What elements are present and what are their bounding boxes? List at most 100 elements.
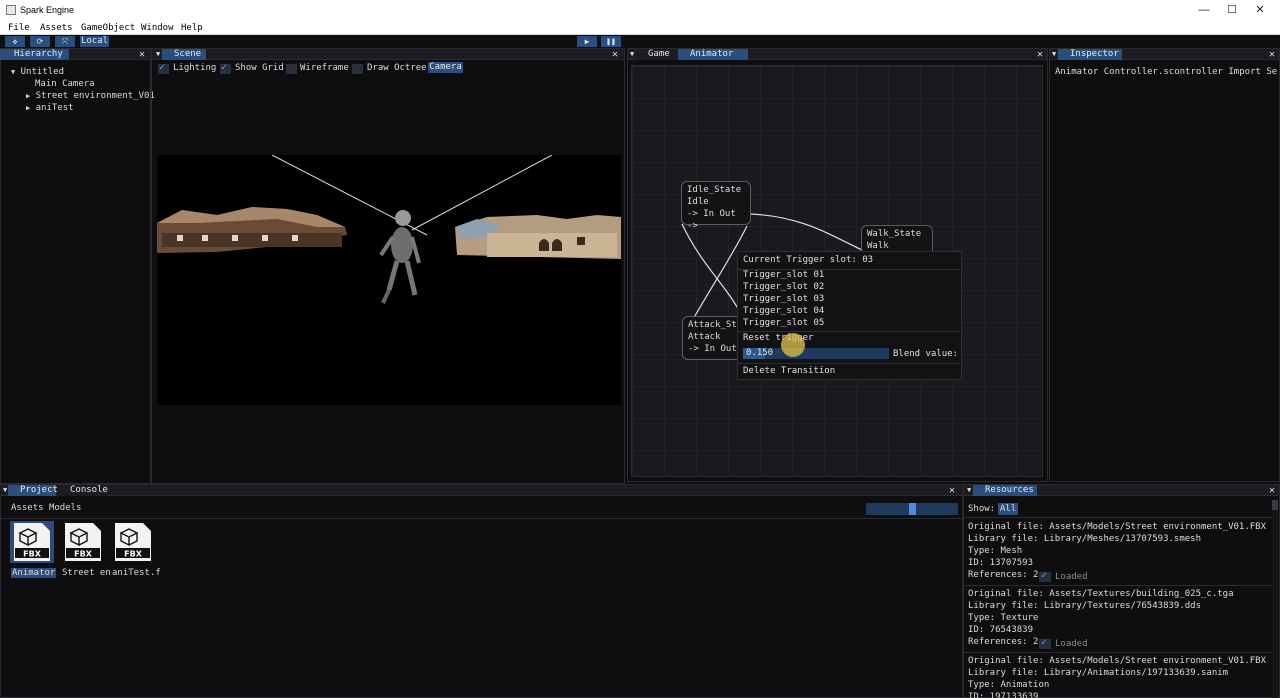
resources-header: ▼ Resources ✕ xyxy=(964,485,1279,496)
tree-root[interactable]: ▼ Untitled xyxy=(11,67,64,77)
window-titlebar: Spark Engine — ☐ ✕ xyxy=(0,0,1280,21)
resource-original-file: Original file: Assets/Models/Street envi… xyxy=(968,656,1267,666)
window-title: Spark Engine xyxy=(20,5,75,15)
asset-street-environment[interactable]: FBX xyxy=(61,521,105,563)
asset-animator[interactable]: FBX xyxy=(10,521,54,563)
loaded-label: Loaded xyxy=(1055,572,1088,582)
tree-item-anitest[interactable]: ▶ aniTest xyxy=(26,103,74,113)
close-icon[interactable]: ✕ xyxy=(1269,485,1275,496)
resource-library-file: Library file: Library/Meshes/13707593.sm… xyxy=(968,534,1201,544)
show-grid-label: Show Grid xyxy=(235,63,284,73)
animator-header: ▼ Game Animator ✕ xyxy=(628,49,1047,60)
icon-size-slider[interactable] xyxy=(866,503,958,515)
expand-icon[interactable]: ▼ xyxy=(11,68,15,76)
menu-item-trigger-slot[interactable]: Trigger_slot 01 xyxy=(743,270,824,280)
expand-icon[interactable]: ▶ xyxy=(26,104,30,112)
show-grid-checkbox[interactable] xyxy=(220,62,231,74)
tab-inspector[interactable]: Inspector xyxy=(1058,49,1122,60)
state-node-idle[interactable]: Idle_State Idle -> In Out -> xyxy=(681,181,751,231)
menu-item-trigger-slot[interactable]: Trigger_slot 02 xyxy=(743,282,824,292)
menu-item-trigger-slot[interactable]: Trigger_slot 03 xyxy=(743,294,824,304)
inspector-header: ▼ Inspector ✕ xyxy=(1050,49,1279,60)
minimize-icon[interactable]: — xyxy=(1189,2,1219,18)
separator xyxy=(964,652,1272,653)
close-icon[interactable]: ✕ xyxy=(1037,49,1043,60)
menu-help[interactable]: Help xyxy=(181,23,203,33)
camera-button[interactable]: Camera xyxy=(428,62,463,73)
separator xyxy=(964,517,1272,518)
resource-original-file: Original file: Assets/Textures/building_… xyxy=(968,589,1234,599)
close-icon[interactable]: ✕ xyxy=(1245,2,1275,18)
close-icon[interactable]: ✕ xyxy=(1269,49,1275,60)
menu-item-trigger-slot[interactable]: Trigger_slot 05 xyxy=(743,318,824,328)
wireframe-checkbox[interactable] xyxy=(286,64,297,74)
scene-viewport[interactable] xyxy=(157,155,621,405)
tab-resources[interactable]: Resources xyxy=(973,485,1037,496)
breadcrumb-models[interactable]: Models xyxy=(49,503,82,513)
separator xyxy=(0,518,963,519)
state-name: Idle_State xyxy=(687,185,742,195)
hierarchy-panel xyxy=(0,48,151,484)
tab-game[interactable]: Game xyxy=(636,49,678,60)
filter-all-button[interactable]: All xyxy=(998,503,1018,515)
close-icon[interactable]: ✕ xyxy=(612,49,618,60)
tab-scene[interactable]: Scene xyxy=(162,49,206,60)
fbx-file-icon: FBX xyxy=(115,523,151,561)
menu-file[interactable]: File xyxy=(8,23,30,33)
resource-type: Type: Mesh xyxy=(968,546,1023,556)
collapse-icon[interactable]: ▼ xyxy=(156,49,160,60)
draw-octree-label: Draw Octree xyxy=(367,63,427,73)
tab-project[interactable]: Project xyxy=(8,485,58,496)
loaded-checkbox[interactable] xyxy=(1039,637,1051,649)
loaded-checkbox[interactable] xyxy=(1039,570,1051,582)
scale-icon[interactable]: ⤧ xyxy=(55,36,75,47)
menu-assets[interactable]: Assets xyxy=(40,23,73,33)
pause-icon[interactable]: ❚❚ xyxy=(601,36,621,47)
blend-value: 0.150 xyxy=(746,348,774,358)
resource-library-file: Library file: Library/Animations/1971336… xyxy=(968,668,1229,678)
state-ports[interactable]: -> In Out -> xyxy=(687,208,745,232)
rotate-icon[interactable]: ⟳ xyxy=(30,36,50,47)
play-icon[interactable]: ▶ xyxy=(577,36,597,47)
close-icon[interactable]: ✕ xyxy=(139,49,145,60)
breadcrumb-assets[interactable]: Assets xyxy=(11,503,44,513)
collapse-icon[interactable]: ▼ xyxy=(3,485,7,496)
blend-value-slider[interactable]: 0.150 xyxy=(743,348,889,359)
scene-header: ▼ Scene ✕ xyxy=(152,49,624,60)
menu-item-trigger-slot[interactable]: Trigger_slot 04 xyxy=(743,306,824,316)
tab-console[interactable]: Console xyxy=(58,485,108,496)
resources-scrollbar[interactable] xyxy=(1272,500,1278,698)
resource-type: Type: Texture xyxy=(968,613,1039,623)
asset-label: aniTest.f xyxy=(112,568,161,578)
maximize-icon[interactable]: ☐ xyxy=(1217,2,1247,18)
menu-bar: File Assets GameObject Window Help xyxy=(0,21,1280,35)
scrollbar-thumb[interactable] xyxy=(1272,500,1278,510)
asset-anitest[interactable]: FBX xyxy=(111,521,155,563)
scene-render xyxy=(157,155,621,304)
menu-gameobject[interactable]: GameObject xyxy=(81,23,135,33)
separator xyxy=(738,363,961,364)
state-name: Walk_State xyxy=(867,229,922,239)
show-label: Show: xyxy=(968,504,996,514)
tree-item-street-environment[interactable]: ▶ Street environment_V01 xyxy=(26,91,155,101)
collapse-icon[interactable]: ▼ xyxy=(630,49,634,60)
expand-icon[interactable]: ▶ xyxy=(26,92,30,100)
close-icon[interactable]: ✕ xyxy=(949,485,955,496)
tree-item-main-camera[interactable]: Main Camera xyxy=(35,79,95,89)
draw-octree-checkbox[interactable] xyxy=(352,64,363,74)
resource-library-file: Library file: Library/Textures/76543839.… xyxy=(968,601,1201,611)
delete-transition-button[interactable]: Delete Transition xyxy=(743,366,835,376)
asset-label: Animator xyxy=(11,568,57,578)
collapse-icon[interactable]: ▼ xyxy=(1052,49,1056,60)
resource-type: Type: Animation xyxy=(968,680,1050,690)
local-space-toggle[interactable]: Local xyxy=(80,36,109,47)
tab-animator[interactable]: Animator xyxy=(678,49,748,60)
lighting-checkbox[interactable] xyxy=(158,62,169,74)
slider-thumb[interactable] xyxy=(908,503,916,515)
inspector-title: Animator Controller.scontroller Import S… xyxy=(1055,67,1277,77)
resource-references: References: 2 xyxy=(968,570,1039,580)
collapse-icon[interactable]: ▼ xyxy=(967,485,971,496)
menu-window[interactable]: Window xyxy=(141,23,174,33)
move-icon[interactable]: ✥ xyxy=(5,36,25,47)
tab-hierarchy[interactable]: Hierarchy xyxy=(0,49,69,60)
